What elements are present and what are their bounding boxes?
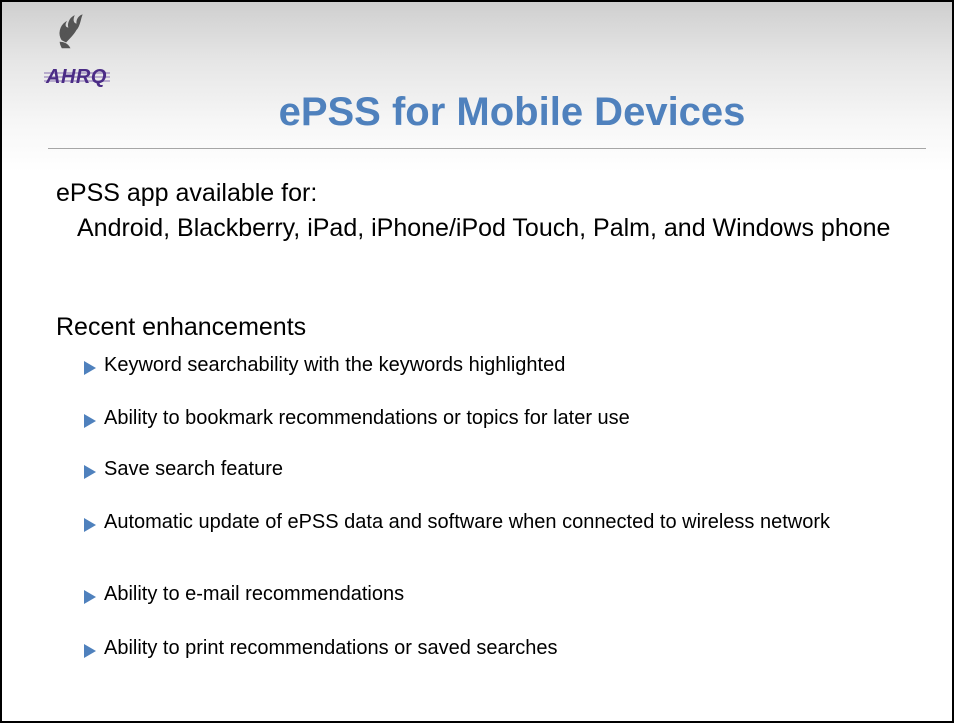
enhancements-heading: Recent enhancements <box>56 313 307 341</box>
availability-heading: ePSS app available for: <box>56 179 318 207</box>
title-divider <box>48 148 926 149</box>
triangle-bullet-icon <box>84 590 96 604</box>
triangle-bullet-icon <box>84 465 96 479</box>
ahrq-logo: AHRQ <box>42 12 112 92</box>
enhancement-text: Ability to bookmark recommendations or t… <box>104 407 630 429</box>
enhancement-text: Ability to print recommendations or save… <box>104 637 558 659</box>
triangle-bullet-icon <box>84 361 96 375</box>
enhancement-text: Automatic update of ePSS data and softwa… <box>104 511 830 533</box>
header-band <box>2 2 952 172</box>
hhs-eagle-icon: AHRQ <box>44 14 110 88</box>
slide: AHRQ ePSS for Mobile Devices ePSS app av… <box>0 0 954 723</box>
triangle-bullet-icon <box>84 414 96 428</box>
triangle-bullet-icon <box>84 518 96 532</box>
triangle-bullet-icon <box>84 644 96 658</box>
enhancement-text: Ability to e-mail recommendations <box>104 583 405 605</box>
enhancement-text: Save search feature <box>104 458 283 480</box>
availability-platforms: Android, Blackberry, iPad, iPhone/iPod T… <box>77 214 891 242</box>
svg-text:AHRQ: AHRQ <box>45 66 107 88</box>
slide-title: ePSS for Mobile Devices <box>278 90 746 134</box>
enhancement-text: Keyword searchability with the keywords … <box>104 354 566 376</box>
